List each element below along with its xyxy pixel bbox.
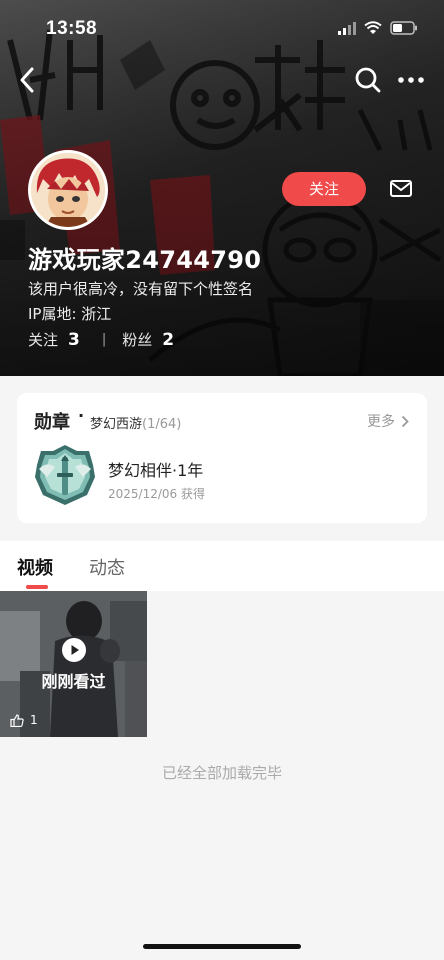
play-icon bbox=[62, 638, 86, 662]
content-tabs: 视频 动态 bbox=[0, 541, 444, 591]
fans-stat[interactable]: 粉丝 2 bbox=[122, 329, 174, 350]
username: 游戏玩家24744790 bbox=[28, 246, 262, 274]
fans-label: 粉丝 bbox=[122, 331, 153, 349]
video-like-count: 1 bbox=[30, 713, 38, 727]
fans-count: 2 bbox=[162, 330, 175, 350]
wifi-icon bbox=[364, 21, 382, 34]
medal-badge-icon[interactable] bbox=[33, 443, 97, 507]
follow-stats: 关注 3 | 粉丝 2 bbox=[28, 329, 174, 350]
back-arrow-icon[interactable] bbox=[14, 64, 44, 96]
medal-game-name: 梦幻西游 bbox=[90, 417, 143, 432]
following-count: 3 bbox=[68, 330, 80, 350]
medal-game: 梦幻西游(1/64) bbox=[90, 413, 181, 432]
status-time: 13:58 bbox=[46, 18, 98, 39]
active-tab-indicator bbox=[26, 585, 48, 589]
signature: 该用户很高冷，没有留下个性签名 bbox=[28, 280, 254, 298]
tab-video[interactable]: 视频 bbox=[17, 554, 53, 580]
signal-icon bbox=[338, 21, 356, 35]
video-likes: 1 bbox=[10, 713, 38, 727]
medal-card: 勋章 · 梦幻西游(1/64) 更多 梦幻相伴·1年 2025/12/06 获得 bbox=[17, 393, 427, 523]
avatar[interactable] bbox=[28, 150, 108, 230]
nav-bar bbox=[0, 62, 444, 98]
thumbs-up-icon bbox=[10, 713, 24, 727]
battery-icon bbox=[390, 21, 417, 35]
stats-separator: | bbox=[101, 332, 107, 347]
search-icon[interactable] bbox=[354, 66, 382, 94]
medal-name: 梦幻相伴·1年 bbox=[108, 461, 204, 480]
avatar-image bbox=[31, 153, 105, 227]
medal-more-label: 更多 bbox=[367, 414, 395, 430]
medal-count: (1/64) bbox=[142, 417, 182, 432]
medal-date: 2025/12/06 获得 bbox=[108, 487, 205, 501]
follow-button[interactable]: 关注 bbox=[282, 172, 366, 206]
medal-dot: · bbox=[78, 406, 85, 425]
chevron-right-icon bbox=[401, 415, 409, 427]
home-indicator[interactable] bbox=[143, 944, 301, 949]
medal-title: 勋章 bbox=[34, 412, 70, 433]
more-icon[interactable] bbox=[396, 66, 426, 94]
following-label: 关注 bbox=[28, 331, 59, 349]
ip-location: IP属地: 浙江 bbox=[28, 305, 112, 323]
end-of-list-text: 已经全部加载完毕 bbox=[161, 764, 282, 782]
medal-more-link[interactable]: 更多 bbox=[367, 411, 409, 431]
video-thumbnail[interactable]: 刚刚看过 1 bbox=[0, 591, 147, 737]
recently-watched-label: 刚刚看过 bbox=[41, 672, 106, 691]
status-bar: 13:58 bbox=[0, 0, 444, 58]
tab-dynamic[interactable]: 动态 bbox=[89, 554, 125, 580]
mail-icon[interactable] bbox=[384, 174, 418, 204]
profile-header: 13:58 关注 游戏玩家24744790 该用户很高冷，没有留下个性签名 IP… bbox=[0, 0, 444, 376]
following-stat[interactable]: 关注 3 bbox=[28, 329, 80, 350]
